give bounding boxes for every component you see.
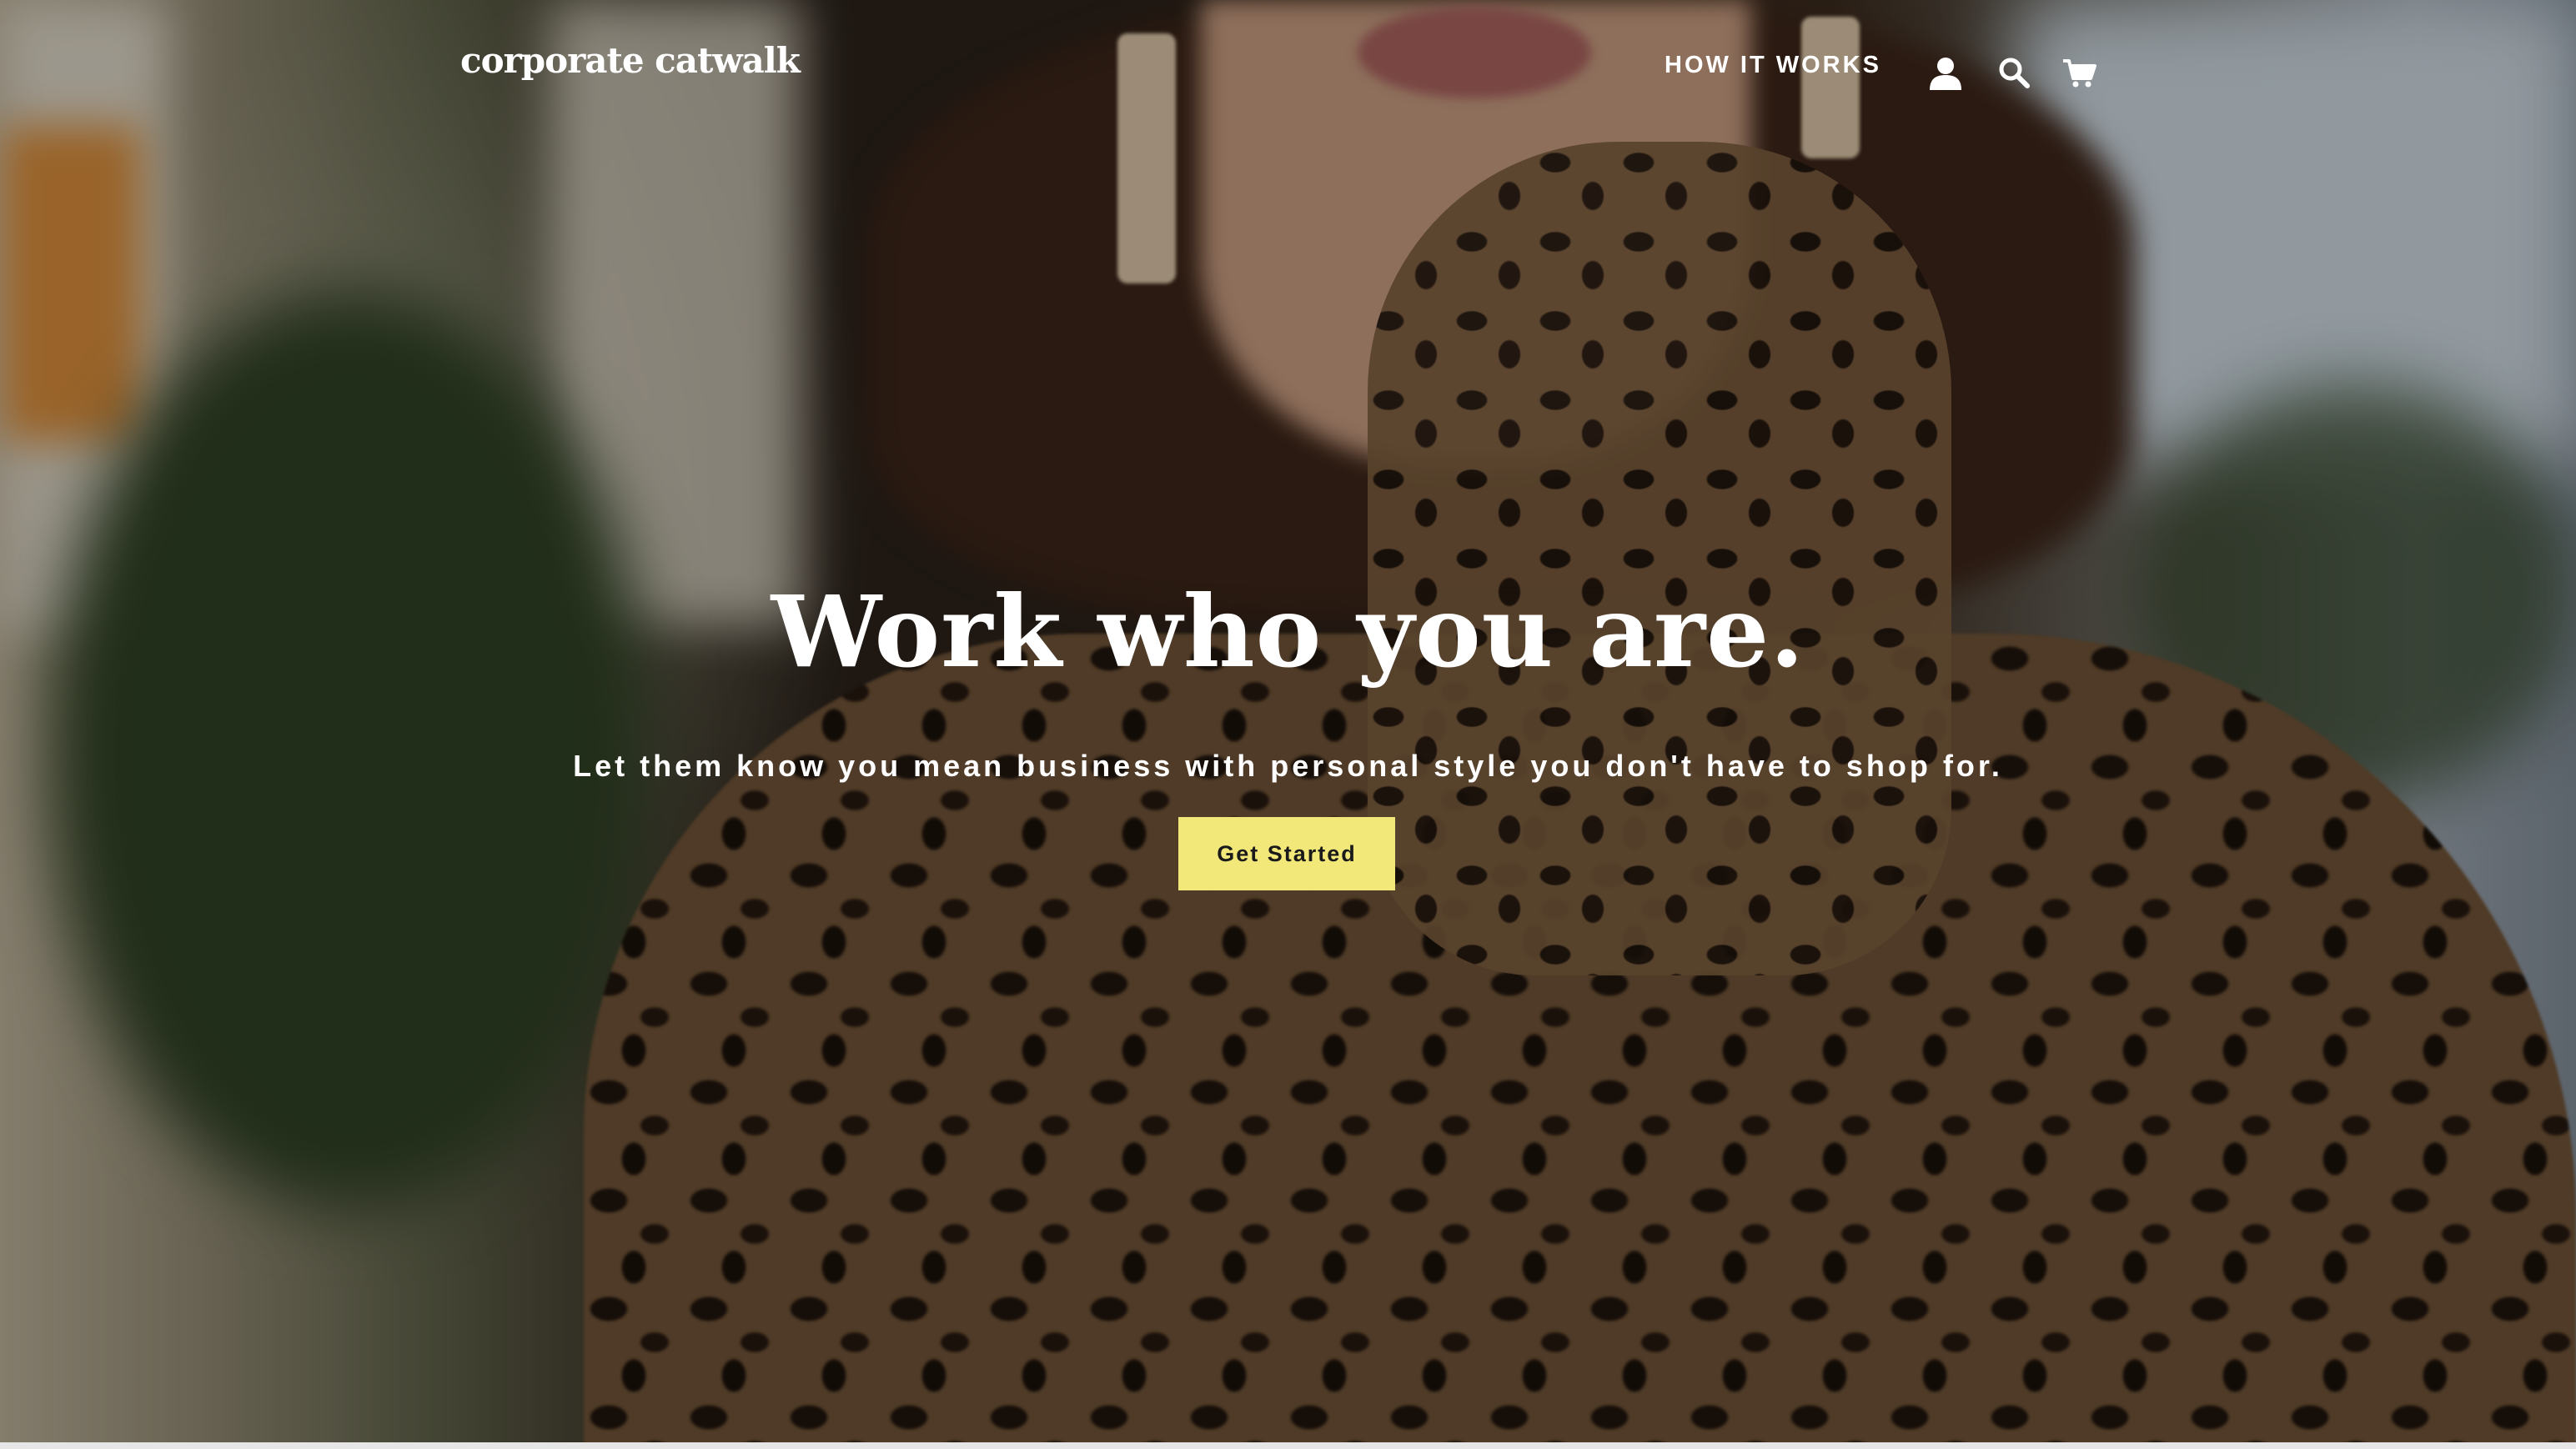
account-icon[interactable]: [1928, 55, 1963, 94]
nav-how-it-works[interactable]: HOW IT WORKS: [1665, 52, 1881, 79]
hero-background-image: [0, 0, 2576, 1442]
main-nav: HOW IT WORKS: [1665, 52, 1881, 79]
hero-subheadline: Let them know you mean business with per…: [573, 749, 2003, 783]
cart-icon[interactable]: [2061, 58, 2096, 93]
search-icon[interactable]: [1998, 57, 2030, 93]
site-logo[interactable]: corporate catwalk: [460, 40, 801, 81]
hero-headline: Work who you are.: [771, 574, 1805, 689]
get-started-button[interactable]: Get Started: [1178, 817, 1395, 890]
hero-section: corporate catwalk HOW IT WORKS Work who …: [0, 0, 2576, 1442]
page-bottom-edge: [0, 1442, 2576, 1449]
